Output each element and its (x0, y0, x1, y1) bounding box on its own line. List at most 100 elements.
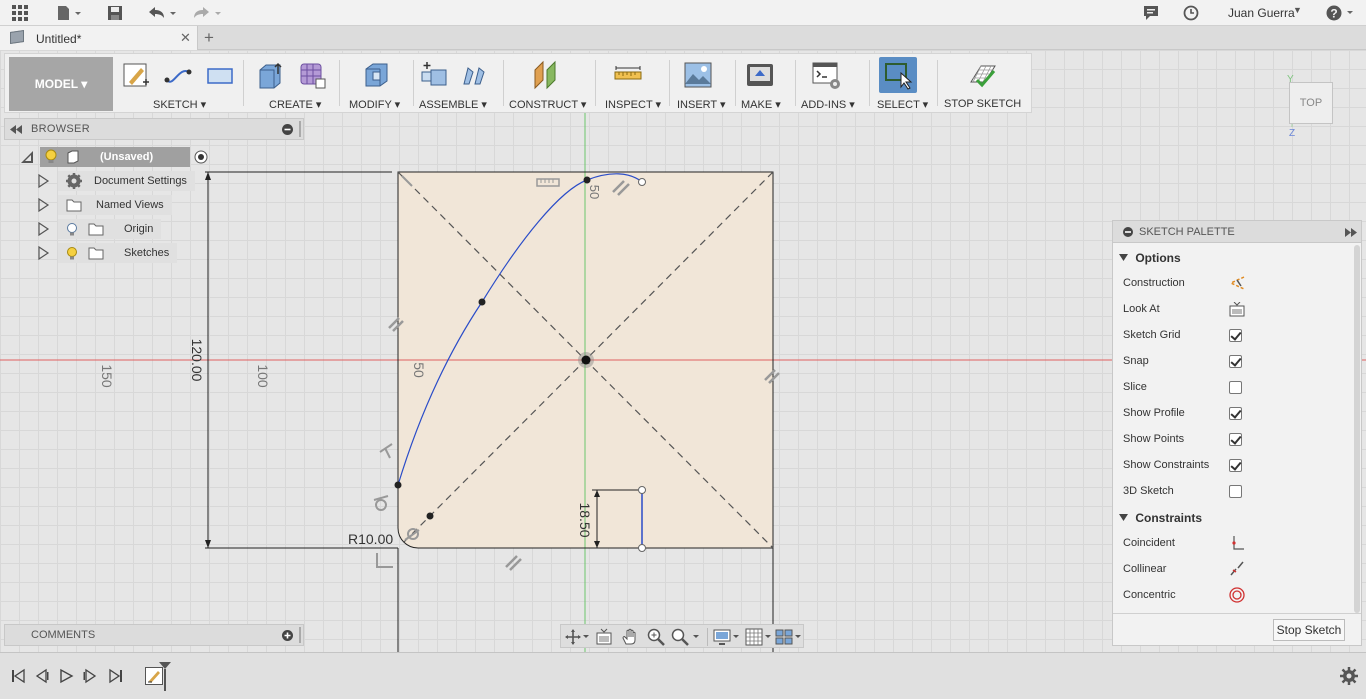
measure-icon[interactable] (613, 60, 643, 90)
select-window-icon[interactable] (884, 60, 914, 90)
spline-tool-icon[interactable] (163, 60, 193, 90)
palette-minimize-icon[interactable] (1123, 227, 1133, 237)
modify-group-label[interactable]: MODIFY ▾ (349, 98, 400, 111)
app-grid-icon[interactable] (10, 3, 30, 23)
tangent-constraint-icon[interactable] (373, 495, 389, 511)
timeline-settings-gear-icon[interactable] (1340, 667, 1358, 685)
snap-checkbox[interactable] (1229, 355, 1242, 368)
sketches-item[interactable]: Sketches (58, 243, 178, 263)
named-views-item[interactable]: Named Views (58, 195, 172, 215)
browser-item-document-settings[interactable]: Document Settings (38, 171, 195, 191)
press-pull-icon[interactable] (361, 60, 391, 90)
user-name[interactable]: Juan Guerra (1228, 6, 1295, 20)
sketch-point-open[interactable] (638, 486, 646, 494)
file-menu-icon[interactable] (55, 3, 83, 23)
expand-arrow-icon[interactable] (38, 222, 50, 236)
timeline-prev-icon[interactable] (34, 668, 50, 684)
origin-point[interactable] (581, 355, 591, 365)
browser-minimize-icon[interactable] (282, 124, 293, 135)
sketch-point[interactable] (583, 176, 591, 184)
sketch-grid-checkbox[interactable] (1229, 329, 1242, 342)
select-group-label[interactable]: SELECT ▾ (877, 98, 928, 111)
viewports-icon[interactable] (775, 628, 803, 646)
user-menu-caret-icon[interactable]: ▼ (1293, 5, 1302, 15)
comments-panel-header[interactable]: COMMENTS (4, 624, 304, 646)
zoom-icon[interactable] (647, 628, 665, 646)
timeline-first-icon[interactable] (10, 668, 26, 684)
display-settings-icon[interactable] (713, 628, 741, 646)
collapse-section-icon[interactable] (1119, 254, 1128, 262)
show-profile-checkbox[interactable] (1229, 407, 1242, 420)
origin-item[interactable]: Origin (58, 219, 162, 239)
construct-group-label[interactable]: CONSTRUCT ▾ (509, 98, 586, 111)
close-tab-icon[interactable]: ✕ (180, 30, 191, 46)
redo-icon[interactable] (190, 3, 224, 23)
dim-fillet-text[interactable]: R10.00 (348, 531, 393, 547)
sketch-point[interactable] (426, 512, 434, 520)
options-section-header[interactable]: Options (1119, 251, 1181, 265)
browser-item-origin[interactable]: Origin (38, 219, 162, 239)
browser-pin-handle[interactable] (299, 121, 301, 137)
pan-hand-icon[interactable] (621, 628, 639, 646)
constraints-section-header[interactable]: Constraints (1119, 511, 1202, 525)
insert-image-icon[interactable] (683, 60, 713, 90)
timeline-last-icon[interactable] (108, 668, 124, 684)
dim-height-text[interactable]: 120.00 (189, 339, 205, 382)
history-clock-icon[interactable] (1181, 3, 1201, 23)
3d-print-icon[interactable] (745, 60, 775, 90)
palette-scrollbar[interactable] (1354, 245, 1360, 613)
scripts-addins-icon[interactable] (811, 60, 841, 90)
sketch-point-open[interactable] (638, 178, 646, 186)
perpendicular-constraint-icon[interactable] (379, 443, 393, 459)
rectangle-tool-icon[interactable] (205, 60, 235, 90)
workspace-switcher-button[interactable]: MODEL ▾ (9, 57, 113, 111)
save-icon[interactable] (106, 3, 124, 23)
fit-zoom-icon[interactable] (671, 628, 701, 646)
activate-radio-icon[interactable] (194, 150, 208, 164)
3d-sketch-checkbox[interactable] (1229, 485, 1242, 498)
visibility-bulb-icon[interactable] (44, 149, 58, 165)
new-component-icon[interactable] (419, 60, 449, 90)
browser-panel-header[interactable]: BROWSER (4, 118, 304, 140)
create-group-label[interactable]: CREATE ▾ (269, 98, 321, 111)
expand-palette-icon[interactable] (1345, 228, 1357, 237)
collapse-section-icon[interactable] (1119, 514, 1128, 522)
visibility-bulb-icon[interactable] (66, 246, 78, 261)
coincident-constraint-button-icon[interactable] (1229, 535, 1245, 551)
view-cube-face-label[interactable]: TOP (1300, 97, 1322, 109)
form-icon[interactable] (297, 60, 327, 90)
browser-item-sketches[interactable]: Sketches (38, 243, 178, 263)
look-at-nav-icon[interactable] (595, 628, 613, 646)
add-comment-icon[interactable] (282, 630, 293, 641)
grid-settings-icon[interactable] (745, 628, 773, 646)
timeline-marker-icon[interactable] (158, 661, 172, 693)
joint-icon[interactable] (459, 60, 489, 90)
insert-group-label[interactable]: INSERT ▾ (677, 98, 726, 111)
timeline-next-icon[interactable] (82, 668, 98, 684)
expand-arrow-icon[interactable] (38, 246, 50, 260)
sketch-group-label[interactable]: SKETCH ▾ (153, 98, 206, 111)
sketch-palette-header[interactable]: SKETCH PALETTE (1113, 221, 1361, 243)
stop-sketch-icon[interactable] (967, 60, 997, 90)
stop-sketch-label[interactable]: STOP SKETCH (944, 98, 1021, 110)
stop-sketch-button[interactable]: Stop Sketch (1273, 619, 1345, 641)
offset-plane-icon[interactable] (531, 60, 561, 90)
visibility-bulb-off-icon[interactable] (66, 222, 78, 237)
collinear-constraint-button-icon[interactable] (1229, 561, 1245, 577)
create-sketch-icon[interactable] (121, 60, 151, 90)
sketch-point[interactable] (478, 298, 486, 306)
inspect-group-label[interactable]: INSPECT ▾ (605, 98, 661, 111)
dim-small-text[interactable]: 18.50 (577, 502, 593, 537)
browser-item-named-views[interactable]: Named Views (38, 195, 172, 215)
expand-arrow-icon[interactable] (38, 174, 50, 188)
add-ins-group-label[interactable]: ADD-INS ▾ (801, 98, 855, 111)
construction-toggle-icon[interactable] (1229, 276, 1245, 290)
assemble-group-label[interactable]: ASSEMBLE ▾ (419, 98, 487, 111)
fix-constraint-icon[interactable] (376, 553, 393, 568)
look-at-icon[interactable] (1229, 302, 1245, 317)
help-icon[interactable]: ? (1325, 3, 1357, 23)
browser-root-row[interactable]: (Unsaved) (20, 147, 208, 167)
sketch-point-open[interactable] (638, 544, 646, 552)
view-cube[interactable]: TOP (1289, 82, 1333, 124)
show-constraints-checkbox[interactable] (1229, 459, 1242, 472)
